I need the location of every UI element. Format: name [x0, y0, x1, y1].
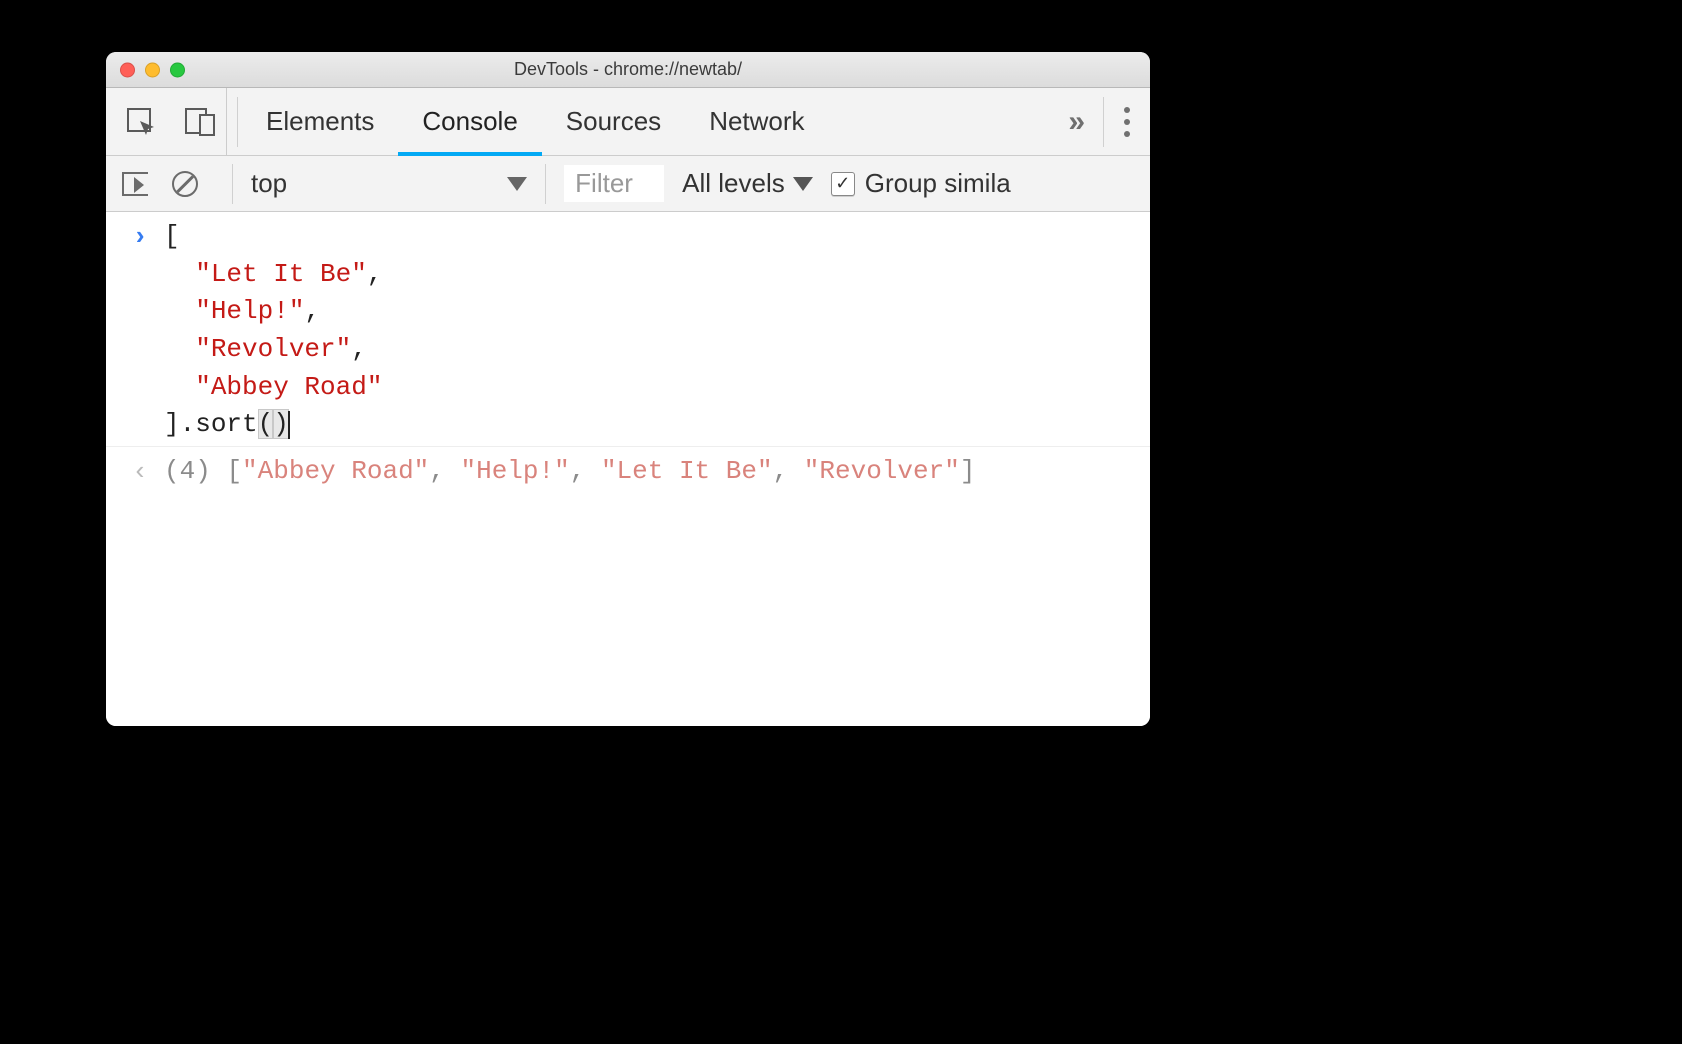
- window-title: DevTools - chrome://newtab/: [106, 59, 1150, 80]
- method-call: .sort: [180, 409, 258, 439]
- separator: [232, 164, 233, 204]
- tab-sources[interactable]: Sources: [542, 88, 685, 155]
- comma: ,: [367, 259, 383, 289]
- string-literal: "Help!": [195, 296, 304, 326]
- devtools-window: DevTools - chrome://newtab/ Elements Con…: [106, 52, 1150, 726]
- filter-input[interactable]: Filter: [564, 165, 664, 202]
- devtools-tabstrip: Elements Console Sources Network »: [106, 88, 1150, 156]
- string-literal: "Let It Be": [195, 259, 367, 289]
- eager-eval-output: (4) ["Abbey Road", "Help!", "Let It Be",…: [164, 453, 975, 491]
- tab-label: Network: [709, 106, 804, 137]
- tab-elements[interactable]: Elements: [242, 88, 398, 155]
- bracket: [: [164, 221, 180, 251]
- tab-network[interactable]: Network: [685, 88, 828, 155]
- paren-open: (: [258, 409, 274, 439]
- tab-label: Sources: [566, 106, 661, 137]
- window-minimize-button[interactable]: [145, 62, 160, 77]
- console-input-line[interactable]: › [ "Let It Be", "Help!", "Revolver", "A…: [106, 212, 1150, 446]
- settings-menu-icon[interactable]: [1104, 107, 1150, 137]
- string-literal: "Abbey Road": [242, 456, 429, 486]
- execution-context-selector[interactable]: top: [251, 168, 527, 199]
- window-titlebar: DevTools - chrome://newtab/: [106, 52, 1150, 88]
- string-literal: "Help!": [461, 456, 570, 486]
- chevron-down-icon: [793, 177, 813, 191]
- text-cursor: [288, 411, 290, 440]
- toggle-device-toolbar-icon[interactable]: [184, 107, 216, 137]
- levels-label: All levels: [682, 168, 785, 199]
- bracket: ]: [164, 409, 180, 439]
- clear-console-icon[interactable]: [172, 171, 198, 197]
- tab-console[interactable]: Console: [398, 88, 541, 155]
- tab-label: Elements: [266, 106, 374, 137]
- string-literal: "Abbey Road": [195, 372, 382, 402]
- context-label: top: [251, 168, 287, 199]
- window-close-button[interactable]: [120, 62, 135, 77]
- string-literal: "Let It Be": [601, 456, 773, 486]
- filter-placeholder: Filter: [575, 168, 633, 198]
- show-console-sidebar-icon[interactable]: [122, 172, 148, 196]
- window-fullscreen-button[interactable]: [170, 62, 185, 77]
- separator: [545, 164, 546, 204]
- input-prompt-icon: ›: [116, 218, 164, 444]
- console-toolbar: top Filter All levels ✓ Group simila: [106, 156, 1150, 212]
- checkbox-icon: ✓: [831, 172, 855, 196]
- separator: [237, 97, 238, 147]
- output-prompt-icon: ‹: [116, 453, 164, 491]
- comma: ,: [351, 334, 367, 364]
- inspect-element-icon[interactable]: [126, 107, 156, 137]
- comma: ,: [304, 296, 320, 326]
- more-tabs-icon[interactable]: »: [1050, 105, 1103, 139]
- tab-label: Console: [422, 106, 517, 137]
- log-levels-selector[interactable]: All levels: [682, 168, 813, 199]
- tabstrip-left-icons: [106, 88, 227, 155]
- window-traffic-lights: [120, 62, 185, 77]
- console-input-code[interactable]: [ "Let It Be", "Help!", "Revolver", "Abb…: [164, 218, 382, 444]
- group-similar-label: Group simila: [865, 168, 1011, 199]
- console-body: › [ "Let It Be", "Help!", "Revolver", "A…: [106, 212, 1150, 726]
- group-similar-checkbox[interactable]: ✓ Group simila: [831, 168, 1011, 199]
- chevron-down-icon: [507, 177, 527, 191]
- paren-close: ): [273, 409, 289, 439]
- console-eager-eval-line: ‹ (4) ["Abbey Road", "Help!", "Let It Be…: [106, 447, 1150, 493]
- string-literal: "Revolver": [195, 334, 351, 364]
- string-literal: "Revolver": [804, 456, 960, 486]
